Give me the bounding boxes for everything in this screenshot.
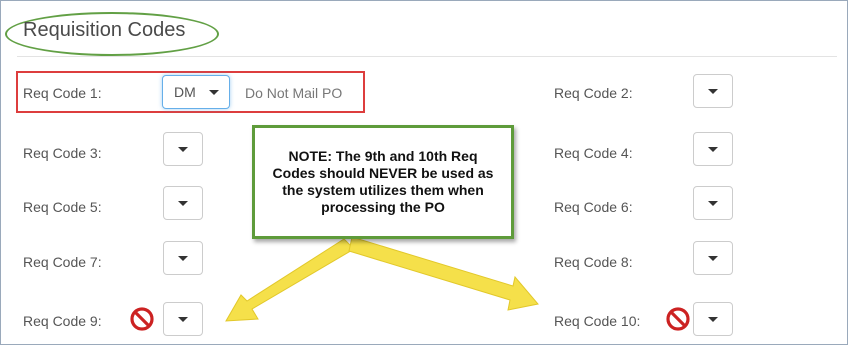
arrow-to-req-code-10 (348, 236, 539, 311)
note-text: NOTE: The 9th and 10th Req Codes should … (272, 148, 494, 215)
note-callout: NOTE: The 9th and 10th Req Codes should … (252, 125, 514, 239)
requisition-codes-panel: Requisition Codes Req Code 1: DM Do Not … (0, 0, 848, 345)
arrow-to-req-code-9 (225, 238, 355, 322)
